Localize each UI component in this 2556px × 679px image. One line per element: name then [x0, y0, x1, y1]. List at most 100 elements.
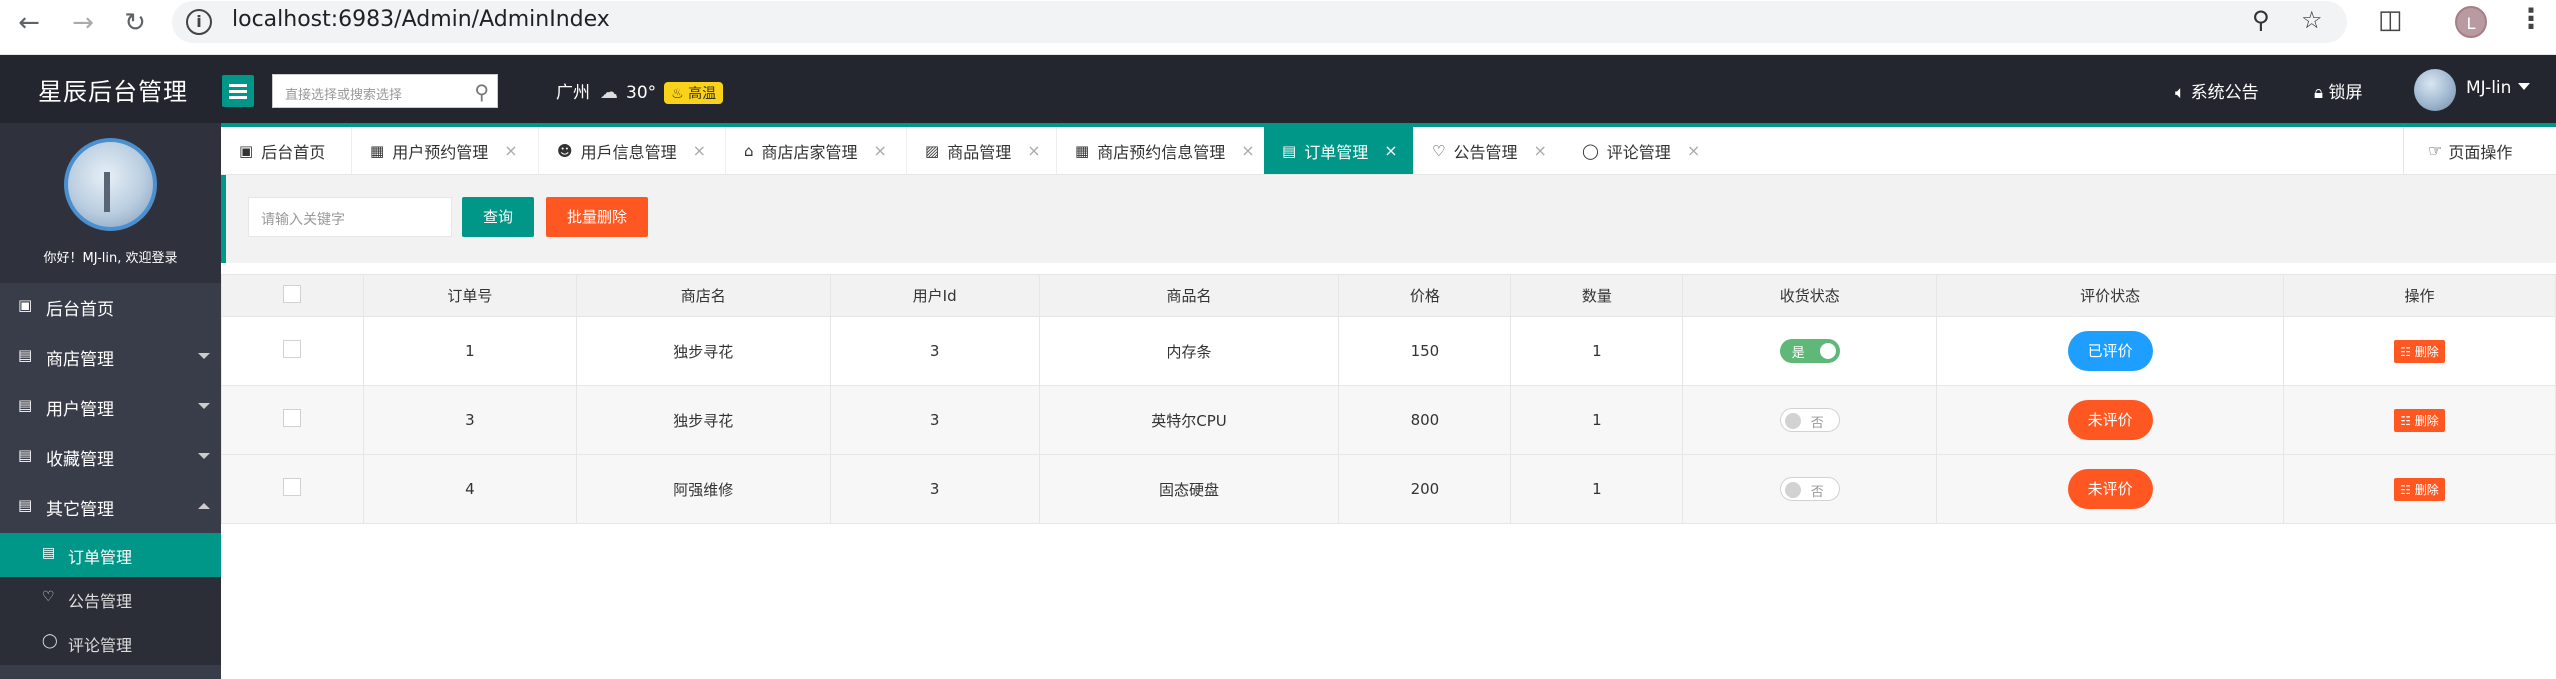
order-number-cell: 4	[362, 454, 577, 524]
temperature: 30°	[626, 83, 657, 103]
user-id-cell: 3	[829, 385, 1040, 455]
sidebar-subitem-comments[interactable]: ◯ 评论管理	[0, 621, 221, 665]
review-status-button[interactable]: 未评价	[2067, 469, 2153, 509]
url-text[interactable]: localhost:6983/Admin/AdminIndex	[232, 7, 610, 32]
row-checkbox[interactable]	[283, 478, 302, 496]
sidebar-item-shop[interactable]: ▤ 商店管理	[0, 331, 221, 381]
sidebar: 你好！MJ-lin, 欢迎登录 ▣ 后台首页 ▤ 商店管理 ▤ 用户管理 ▤ 收…	[0, 123, 221, 679]
tab-comments[interactable]: ◯ 评论管理 ×	[1564, 127, 1714, 174]
forward-icon[interactable]: →	[66, 6, 100, 40]
sidebar-item-favorites[interactable]: ▤ 收藏管理	[0, 431, 221, 481]
chevron-down-icon[interactable]	[2518, 83, 2530, 90]
browser-menu-icon[interactable]: ⋮	[2517, 2, 2545, 35]
close-icon[interactable]: ×	[1027, 141, 1040, 160]
review-status-button[interactable]: 未评价	[2067, 400, 2153, 440]
column-header[interactable]: 收货状态	[1682, 274, 1938, 317]
keyword-input[interactable]: 请输入关键字	[248, 197, 452, 237]
page-operation-menu[interactable]: ☞ 页面操作	[2403, 127, 2556, 174]
tab-orders[interactable]: ▤ 订单管理 ×	[1264, 127, 1414, 174]
tab-home[interactable]: ▣ 后台首页	[221, 127, 352, 174]
column-header[interactable]: 商品名	[1038, 274, 1340, 317]
reload-icon[interactable]: ↻	[118, 6, 152, 40]
back-icon[interactable]: ←	[12, 6, 46, 40]
trash-icon: ☷	[2400, 344, 2411, 359]
lock-screen-link[interactable]: 🔒︎ 锁屏	[2314, 78, 2362, 103]
delete-button[interactable]: ☷ 删除	[2394, 339, 2445, 363]
column-header[interactable]: 操作	[2283, 274, 2556, 317]
close-icon[interactable]: ×	[1384, 141, 1397, 160]
address-bar[interactable]: i localhost:6983/Admin/AdminIndex ⚲ ☆	[172, 1, 2347, 43]
close-icon[interactable]: ×	[693, 141, 706, 160]
bookmark-star-icon[interactable]: ☆	[2301, 6, 2323, 34]
user-id-cell: 3	[829, 316, 1040, 386]
sidebar-subitem-announcements[interactable]: ♡ 公告管理	[0, 577, 221, 621]
price-cell: 200	[1338, 454, 1512, 524]
profile-avatar[interactable]: L	[2455, 6, 2487, 38]
welcome-text: 你好！MJ-lin, 欢迎登录	[43, 251, 178, 266]
quantity-cell: 1	[1510, 385, 1684, 455]
product-name-cell: 内存条	[1038, 316, 1340, 386]
chevron-down-icon	[198, 403, 210, 409]
delete-button[interactable]: ☷ 删除	[2394, 408, 2445, 432]
sidebar-subitem-orders[interactable]: ▤ 订单管理	[0, 533, 221, 577]
table-row[interactable]: 4 阿强维修 3 固态硬盘 200 1 否 未评价 ☷ 删除	[221, 454, 2556, 524]
tab-announcements[interactable]: ♡ 公告管理 ×	[1414, 127, 1564, 174]
trash-icon: ☷	[2400, 482, 2411, 497]
table-row[interactable]: 1 独步寻花 3 内存条 150 1 是 已评价 ☷ 删除	[221, 316, 2556, 386]
close-icon[interactable]: ×	[874, 141, 887, 160]
received-toggle[interactable]: 否	[1779, 408, 1840, 432]
column-header[interactable]: 商店名	[575, 274, 831, 317]
announcement-link[interactable]: 🔈︎ 系统公告	[2175, 78, 2259, 103]
received-toggle[interactable]: 否	[1779, 477, 1840, 501]
product-name-cell: 英特尔CPU	[1038, 385, 1340, 455]
select-all-checkbox[interactable]	[283, 284, 302, 303]
sidebar-item-home[interactable]: ▣ 后台首页	[0, 281, 221, 331]
tab-products[interactable]: ▨ 商品管理 ×	[907, 127, 1057, 174]
lock-icon: 🔒︎	[2314, 83, 2324, 103]
extensions-icon[interactable]: ◫	[2378, 5, 2403, 35]
column-header[interactable]: 订单号	[362, 274, 577, 317]
close-icon[interactable]: ×	[1241, 141, 1254, 160]
close-icon[interactable]: ×	[504, 141, 517, 160]
chevron-down-icon	[198, 353, 210, 359]
sidebar-avatar[interactable]	[64, 138, 157, 231]
header-search-select[interactable]: 直接选择或搜索选择 ⚲	[272, 74, 498, 108]
column-header[interactable]: 用户Id	[829, 274, 1040, 317]
search-button[interactable]: 查询	[462, 197, 534, 237]
close-icon[interactable]: ×	[1533, 141, 1546, 160]
table-icon: ▦	[370, 141, 385, 160]
tab-shop-reservations[interactable]: ▦ 商店预约信息管理 ×	[1057, 127, 1284, 174]
delete-button[interactable]: ☷ 删除	[2394, 477, 2445, 501]
tab-user-info[interactable]: ☻ 用戶信息管理 ×	[539, 127, 726, 174]
user-avatar[interactable]	[2414, 69, 2456, 111]
column-header[interactable]: 价格	[1338, 274, 1512, 317]
row-checkbox[interactable]	[283, 409, 302, 427]
user-name[interactable]: MJ-lin	[2466, 78, 2511, 98]
received-toggle[interactable]: 是	[1779, 339, 1840, 363]
column-header[interactable]: 数量	[1510, 274, 1684, 317]
column-header[interactable]: 评价状态	[1936, 274, 2285, 317]
zoom-icon[interactable]: ⚲	[2252, 6, 2270, 34]
shop-name-cell: 独步寻花	[575, 385, 831, 455]
sidebar-item-users[interactable]: ▤ 用户管理	[0, 381, 221, 431]
review-status-button[interactable]: 已评价	[2067, 331, 2153, 371]
table-header-row: 订单号 商店名 用户Id 商品名 价格 数量 收货状态 评价状态 操作	[221, 274, 2556, 317]
list-icon: ▤	[18, 496, 33, 514]
price-cell: 150	[1338, 316, 1512, 386]
sidebar-item-other[interactable]: ▤ 其它管理	[0, 481, 221, 531]
search-placeholder: 直接选择或搜索选择	[285, 88, 403, 103]
site-info-icon[interactable]: i	[186, 9, 212, 35]
tab-shop-owners[interactable]: ⌂ 商店店家管理 ×	[726, 127, 907, 174]
list-icon: ▤	[18, 446, 33, 464]
hand-pointer-icon: ☞	[2428, 141, 2443, 160]
search-icon[interactable]: ⚲	[474, 80, 489, 104]
table-row[interactable]: 3 独步寻花 3 英特尔CPU 800 1 否 未评价 ☷ 删除	[221, 385, 2556, 455]
close-icon[interactable]: ×	[1687, 141, 1700, 160]
batch-delete-button[interactable]: 批量删除	[546, 197, 648, 237]
menu-toggle-icon[interactable]	[222, 75, 254, 107]
tab-user-reservations[interactable]: ▦ 用户预约管理 ×	[352, 127, 539, 174]
user-id-cell: 3	[829, 454, 1040, 524]
trash-icon: ☷	[2400, 413, 2411, 428]
row-checkbox[interactable]	[283, 340, 302, 358]
orders-table: 订单号 商店名 用户Id 商品名 价格 数量 收货状态 评价状态 操作 1 独步…	[221, 274, 2556, 524]
